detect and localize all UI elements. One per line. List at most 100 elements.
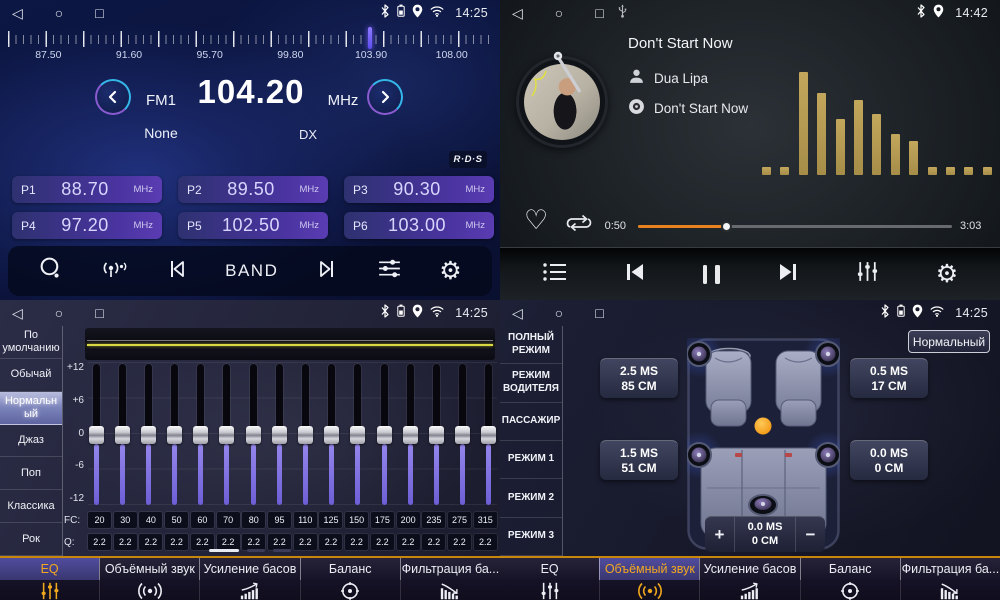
eq-band-slider[interactable] bbox=[481, 362, 497, 508]
q-value-chip[interactable]: 2.2 bbox=[217, 534, 240, 550]
home-icon[interactable]: ○ bbox=[555, 300, 563, 326]
recents-icon[interactable]: □ bbox=[595, 300, 603, 326]
fc-value-chip[interactable]: 30 bbox=[114, 512, 137, 528]
delay-rear-right[interactable]: 0.0 MS 0 CM bbox=[850, 440, 928, 480]
balance-tab-icon[interactable] bbox=[800, 580, 900, 600]
home-icon[interactable]: ○ bbox=[55, 300, 63, 326]
fc-value-chip[interactable]: 70 bbox=[217, 512, 240, 528]
delay-decrease-button[interactable]: − bbox=[795, 517, 825, 552]
listening-mode-item[interactable]: ПАССАЖИР bbox=[500, 403, 562, 441]
preset-button[interactable]: P4 97.20 MHz bbox=[12, 212, 162, 239]
eq-tab-icon[interactable] bbox=[500, 580, 599, 600]
settings-gear-icon[interactable]: ⚙ bbox=[936, 262, 958, 287]
previous-track-button[interactable] bbox=[623, 261, 647, 288]
eq-band-slider[interactable] bbox=[219, 362, 235, 508]
q-value-chip[interactable]: 2.2 bbox=[448, 534, 471, 550]
q-value-chip[interactable]: 2.2 bbox=[371, 534, 394, 550]
slider-handle[interactable] bbox=[193, 426, 208, 444]
fc-value-chip[interactable]: 235 bbox=[422, 512, 445, 528]
tune-up-button[interactable] bbox=[367, 79, 403, 115]
slider-handle[interactable] bbox=[219, 426, 234, 444]
audio-tab[interactable]: Баланс bbox=[800, 558, 900, 580]
q-value-chip[interactable]: 2.2 bbox=[422, 534, 445, 550]
fc-value-chip[interactable]: 175 bbox=[371, 512, 394, 528]
audio-tab[interactable]: Объёмный звук bbox=[599, 558, 699, 580]
eq-band-slider[interactable] bbox=[271, 362, 287, 508]
surround-tab-icon[interactable] bbox=[599, 580, 699, 600]
eq-band-slider[interactable] bbox=[88, 362, 104, 508]
settings-gear-icon[interactable]: ⚙ bbox=[439, 259, 461, 284]
tune-down-button[interactable] bbox=[95, 79, 131, 115]
slider-handle[interactable] bbox=[377, 426, 392, 444]
sliders-icon[interactable] bbox=[376, 257, 403, 285]
fc-value-chip[interactable]: 150 bbox=[345, 512, 368, 528]
q-value-chip[interactable]: 2.2 bbox=[268, 534, 291, 550]
preset-button[interactable]: P6 103.00 MHz bbox=[344, 212, 494, 239]
q-value-chip[interactable]: 2.2 bbox=[319, 534, 342, 550]
eq-band-slider[interactable] bbox=[140, 362, 156, 508]
q-value-chip[interactable]: 2.2 bbox=[474, 534, 497, 550]
slider-handle[interactable] bbox=[350, 426, 365, 444]
slider-handle[interactable] bbox=[429, 426, 444, 444]
slider-handle[interactable] bbox=[115, 426, 130, 444]
progress-bar[interactable] bbox=[638, 225, 952, 228]
eq-band-slider[interactable] bbox=[245, 362, 261, 508]
listening-mode-item[interactable]: РЕЖИМ 1 bbox=[500, 441, 562, 479]
audio-tab[interactable]: Усиление басов bbox=[699, 558, 799, 580]
q-value-chip[interactable]: 2.2 bbox=[242, 534, 265, 550]
fc-value-chip[interactable]: 80 bbox=[242, 512, 265, 528]
slider-handle[interactable] bbox=[324, 426, 339, 444]
q-value-chip[interactable]: 2.2 bbox=[191, 534, 214, 550]
eq-band-slider[interactable] bbox=[402, 362, 418, 508]
next-station-button[interactable] bbox=[315, 258, 339, 285]
slider-handle[interactable] bbox=[455, 426, 470, 444]
delay-rear-left[interactable]: 1.5 MS 51 CM bbox=[600, 440, 678, 480]
profile-button[interactable]: Нормальный bbox=[908, 330, 990, 353]
home-icon[interactable]: ○ bbox=[55, 0, 63, 26]
delay-front-right[interactable]: 0.5 MS 17 CM bbox=[850, 358, 928, 398]
progress-knob[interactable] bbox=[721, 221, 732, 232]
slider-handle[interactable] bbox=[141, 426, 156, 444]
fc-value-chip[interactable]: 60 bbox=[191, 512, 214, 528]
eq-tab-icon[interactable] bbox=[0, 580, 99, 600]
fc-value-chip[interactable]: 315 bbox=[474, 512, 497, 528]
delay-increase-button[interactable]: + bbox=[705, 517, 735, 552]
audio-tab[interactable]: Усиление басов bbox=[199, 558, 299, 580]
eq-preset-item[interactable]: Нормальный bbox=[0, 392, 62, 425]
balance-tab-icon[interactable] bbox=[300, 580, 400, 600]
favorite-heart-icon[interactable]: ♡ bbox=[524, 207, 548, 234]
slider-handle[interactable] bbox=[89, 426, 104, 444]
q-value-chip[interactable]: 2.2 bbox=[397, 534, 420, 550]
preset-button[interactable]: P3 90.30 MHz bbox=[344, 176, 494, 203]
fc-value-chip[interactable]: 20 bbox=[88, 512, 111, 528]
slider-handle[interactable] bbox=[246, 426, 261, 444]
back-icon[interactable]: ◁ bbox=[12, 0, 23, 26]
pause-button[interactable] bbox=[703, 265, 720, 284]
q-value-chip[interactable]: 2.2 bbox=[294, 534, 317, 550]
eq-band-slider[interactable] bbox=[376, 362, 392, 508]
tuning-scale[interactable]: 87.5091.6095.7099.80103.90108.00 bbox=[8, 29, 492, 65]
eq-sliders-icon[interactable] bbox=[855, 260, 880, 288]
surround-tab-icon[interactable] bbox=[99, 580, 199, 600]
audio-tab[interactable]: Баланс bbox=[300, 558, 400, 580]
q-value-chip[interactable]: 2.2 bbox=[139, 534, 162, 550]
eq-preset-item[interactable]: Обычай bbox=[0, 359, 62, 392]
preset-button[interactable]: P2 89.50 MHz bbox=[178, 176, 328, 203]
q-value-chip[interactable]: 2.2 bbox=[88, 534, 111, 550]
slider-handle[interactable] bbox=[298, 426, 313, 444]
eq-preset-item[interactable]: По умолчанию bbox=[0, 326, 62, 359]
listening-mode-item[interactable]: РЕЖИМ 3 bbox=[500, 518, 562, 556]
slider-handle[interactable] bbox=[167, 426, 182, 444]
fc-value-chip[interactable]: 125 bbox=[319, 512, 342, 528]
bass-boost-tab-icon[interactable] bbox=[699, 580, 799, 600]
fc-value-chip[interactable]: 275 bbox=[448, 512, 471, 528]
audio-tab[interactable]: EQ bbox=[0, 558, 99, 580]
back-icon[interactable]: ◁ bbox=[512, 300, 523, 326]
preset-button[interactable]: P1 88.70 MHz bbox=[12, 176, 162, 203]
eq-preset-item[interactable]: Классика bbox=[0, 490, 62, 523]
eq-preset-item[interactable]: Джаз bbox=[0, 425, 62, 458]
fc-value-chip[interactable]: 110 bbox=[294, 512, 317, 528]
recents-icon[interactable]: □ bbox=[95, 0, 103, 26]
audio-tab[interactable]: EQ bbox=[500, 558, 599, 580]
delay-front-left[interactable]: 2.5 MS 85 CM bbox=[600, 358, 678, 398]
